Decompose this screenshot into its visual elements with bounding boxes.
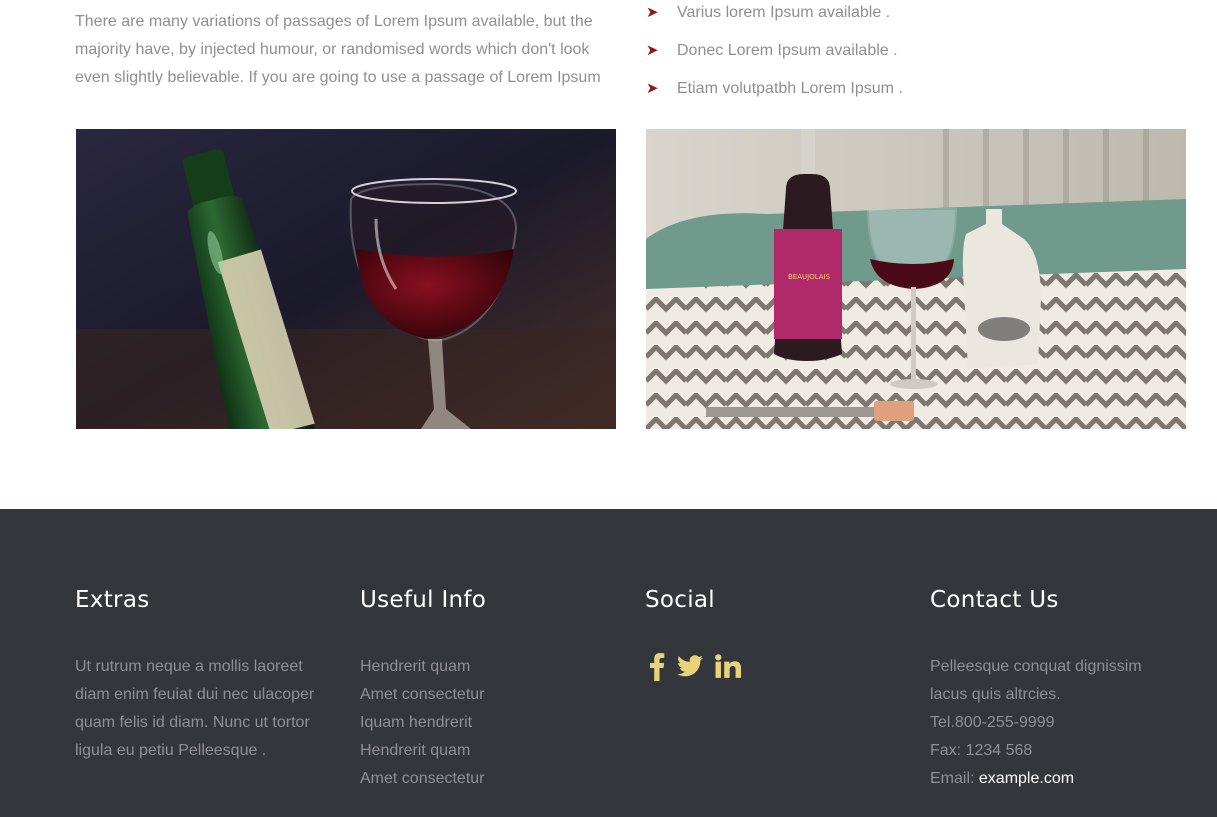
intro-paragraph: There are many variations of passages of… <box>75 13 601 86</box>
footer: Extras Ut rutrum neque a mollis laoreet … <box>0 509 1217 817</box>
feature-label: Varius lorem Ipsum available . <box>677 4 891 21</box>
footer-extras-text: Ut rutrum neque a mollis laoreet diam en… <box>75 658 315 759</box>
contact-email-row: Email: example.com <box>930 765 1180 793</box>
useful-link[interactable]: Amet consectetur <box>360 681 610 709</box>
useful-links: Hendrerit quam Amet consectetur Iquam he… <box>360 653 610 793</box>
social-icons <box>649 651 741 686</box>
useful-link[interactable]: Hendrerit quam <box>360 653 610 681</box>
contact-details: Pelleesque conquat dignissim lacus quis … <box>930 653 1180 793</box>
contact-fax: Fax: 1234 568 <box>930 742 1033 759</box>
footer-extras-title: Extras <box>75 587 150 613</box>
facebook-icon[interactable] <box>649 651 665 686</box>
footer-useful-title: Useful Info <box>360 587 487 613</box>
useful-link[interactable]: Iquam hendrerit <box>360 709 610 737</box>
contact-address: Pelleesque conquat dignissim lacus quis … <box>930 658 1142 703</box>
feature-label: Donec Lorem Ipsum available . <box>677 42 898 59</box>
feature-item: ➤ Etiam volutpatbh Lorem Ipsum . <box>646 70 903 108</box>
footer-social-title: Social <box>645 587 715 613</box>
feature-item: ➤ Donec Lorem Ipsum available . <box>646 32 903 70</box>
contact-email-link[interactable]: example.com <box>979 770 1074 787</box>
feature-item: ➤ Varius lorem Ipsum available . <box>646 0 903 32</box>
contact-email-label: Email: <box>930 770 979 787</box>
arrow-icon: ➤ <box>646 42 659 59</box>
wine-bottle-photo <box>76 129 616 429</box>
useful-link[interactable]: Amet consectetur <box>360 765 610 793</box>
useful-link[interactable]: Hendrerit quam <box>360 737 610 765</box>
svg-text:BEAUJOLAIS: BEAUJOLAIS <box>788 273 831 281</box>
twitter-icon[interactable] <box>677 655 703 682</box>
linkedin-icon[interactable] <box>715 654 741 683</box>
arrow-icon: ➤ <box>646 4 659 21</box>
footer-contact-title: Contact Us <box>930 587 1059 613</box>
feature-list: ➤ Varius lorem Ipsum available . ➤ Donec… <box>646 0 903 108</box>
contact-tel: Tel.800-255-9999 <box>930 714 1055 731</box>
feature-label: Etiam volutpatbh Lorem Ipsum . <box>677 80 903 97</box>
wine-table-photo: BEAUJOLAIS <box>646 129 1186 429</box>
arrow-icon: ➤ <box>646 80 659 97</box>
